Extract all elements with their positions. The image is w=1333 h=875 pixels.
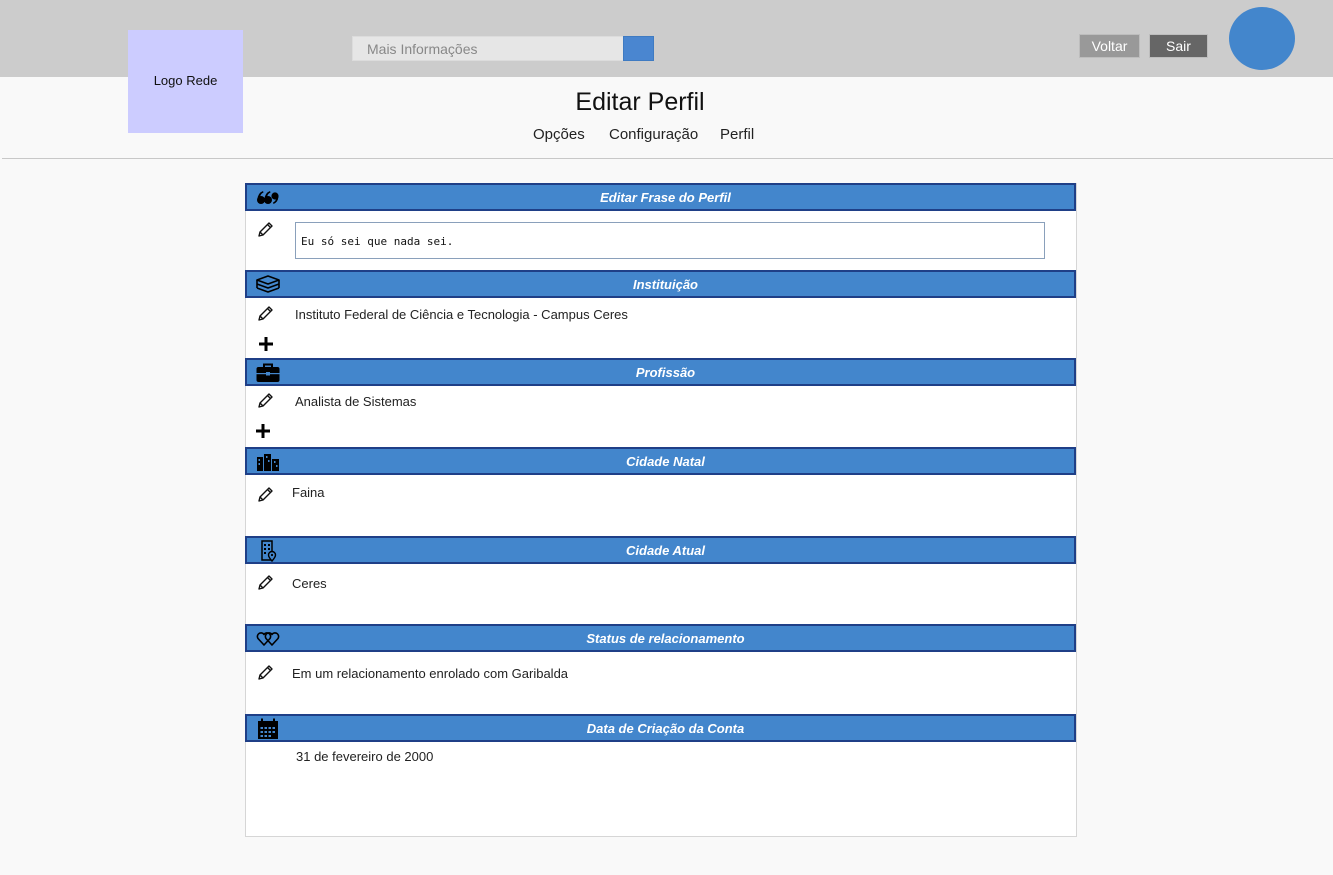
pencil-icon[interactable] [257, 574, 274, 591]
add-icon[interactable] [258, 336, 274, 352]
section-header-account-created: Data de Criação da Conta [245, 714, 1076, 742]
section-title: Cidade Atual [626, 543, 705, 558]
nav-link-options[interactable]: Opções [533, 126, 585, 143]
institution-value: Instituto Federal de Ciência e Tecnologi… [295, 307, 628, 322]
pencil-icon[interactable] [257, 221, 274, 238]
pencil-icon[interactable] [257, 392, 274, 409]
section-header-phrase: Editar Frase do Perfil [245, 183, 1076, 211]
section-title: Editar Frase do Perfil [600, 190, 731, 205]
search-input[interactable]: Mais Informações [352, 36, 625, 61]
section-title: Status de relacionamento [586, 631, 745, 646]
avatar[interactable] [1229, 7, 1295, 70]
exit-button[interactable]: Sair [1149, 34, 1208, 58]
current-city-value: Ceres [292, 576, 327, 591]
hometown-value: Faina [292, 485, 325, 500]
relationship-value: Em um relacionamento enrolado com Gariba… [292, 666, 569, 681]
back-button[interactable]: Voltar [1079, 34, 1140, 58]
profile-phrase-input[interactable]: Eu só sei que nada sei. [295, 222, 1045, 259]
section-header-profession: Profissão [245, 358, 1076, 386]
logo[interactable]: Logo Rede [128, 30, 243, 133]
section-title: Cidade Natal [626, 454, 705, 469]
section-header-institution: Instituição [245, 270, 1076, 298]
section-title: Data de Criação da Conta [586, 721, 745, 736]
account-created-value: 31 de fevereiro de 2000 [296, 749, 434, 764]
section-header-hometown: Cidade Natal [245, 447, 1076, 475]
pencil-icon[interactable] [257, 664, 274, 681]
section-title: Profissão [635, 365, 696, 380]
section-header-relationship: Status de relacionamento [245, 624, 1076, 652]
divider [2, 158, 1333, 159]
pencil-icon[interactable] [257, 305, 274, 322]
search-button[interactable] [623, 36, 654, 61]
profession-value: Analista de Sistemas [295, 394, 417, 409]
section-header-current-city: Cidade Atual [245, 536, 1076, 564]
logo-label: Logo Rede [153, 72, 218, 88]
add-icon[interactable] [255, 423, 271, 439]
pencil-icon[interactable] [257, 486, 274, 503]
nav-link-profile[interactable]: Perfil [720, 126, 754, 143]
section-title: Instituição [632, 277, 698, 292]
nav-link-settings[interactable]: Configuração [609, 126, 698, 143]
